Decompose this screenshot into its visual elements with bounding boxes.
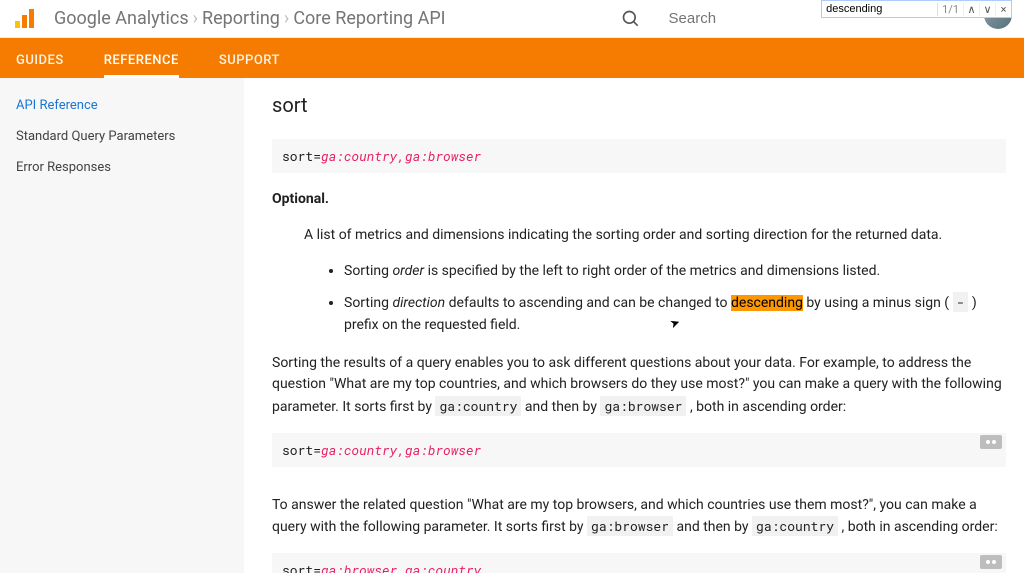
find-highlight: descending [731,295,803,311]
chevron-right-icon: › [284,8,289,29]
copy-button[interactable] [980,435,1002,449]
browser-find-bar: 1/1 ∧ ∨ × [821,0,1012,18]
main-nav: GUIDES REFERENCE SUPPORT [0,38,1024,78]
main-content: sort sort=ga:country,ga:browser Optional… [244,78,1024,573]
sidebar-item-error-responses[interactable]: Error Responses [0,152,244,183]
code-sample: sort=ga:country,ga:browser [272,139,1006,173]
list-item: Sorting direction defaults to ascending … [344,292,1006,336]
paragraph: Optional. [272,189,1006,211]
tab-reference[interactable]: REFERENCE [104,43,179,78]
find-next-button[interactable]: ∨ [979,3,995,16]
breadcrumb-item[interactable]: Reporting [202,8,280,29]
list-item: Sorting order is specified by the left t… [344,261,1006,283]
find-input[interactable] [822,2,937,16]
copy-button[interactable] [980,555,1002,569]
sidebar-item-api-reference[interactable]: API Reference [0,90,244,121]
sidebar-item-std-query[interactable]: Standard Query Parameters [0,121,244,152]
paragraph: A list of metrics and dimensions indicat… [304,225,1006,247]
breadcrumb-item[interactable]: Google Analytics [54,8,189,29]
section-heading: sort [272,90,1006,121]
breadcrumb: Google Analytics › Reporting › Core Repo… [52,8,448,29]
tab-support[interactable]: SUPPORT [219,43,280,78]
find-close-button[interactable]: × [995,3,1011,16]
find-count: 1/1 [937,3,963,16]
find-prev-button[interactable]: ∧ [963,3,979,16]
paragraph: To answer the related question "What are… [272,495,1006,539]
analytics-logo-icon [12,7,36,31]
code-sample: sort=ga:browser,ga:country [272,553,1006,573]
sidebar: API Reference Standard Query Parameters … [0,78,244,573]
search-icon[interactable] [621,9,641,29]
breadcrumb-item[interactable]: Core Reporting API [293,8,445,29]
bullet-list: Sorting order is specified by the left t… [344,261,1006,337]
tab-guides[interactable]: GUIDES [16,43,64,78]
code-sample: sort=ga:country,ga:browser [272,433,1006,467]
chevron-right-icon: › [193,8,198,29]
cursor-icon: ➤ [667,313,683,334]
paragraph: Sorting the results of a query enables y… [272,353,1006,419]
